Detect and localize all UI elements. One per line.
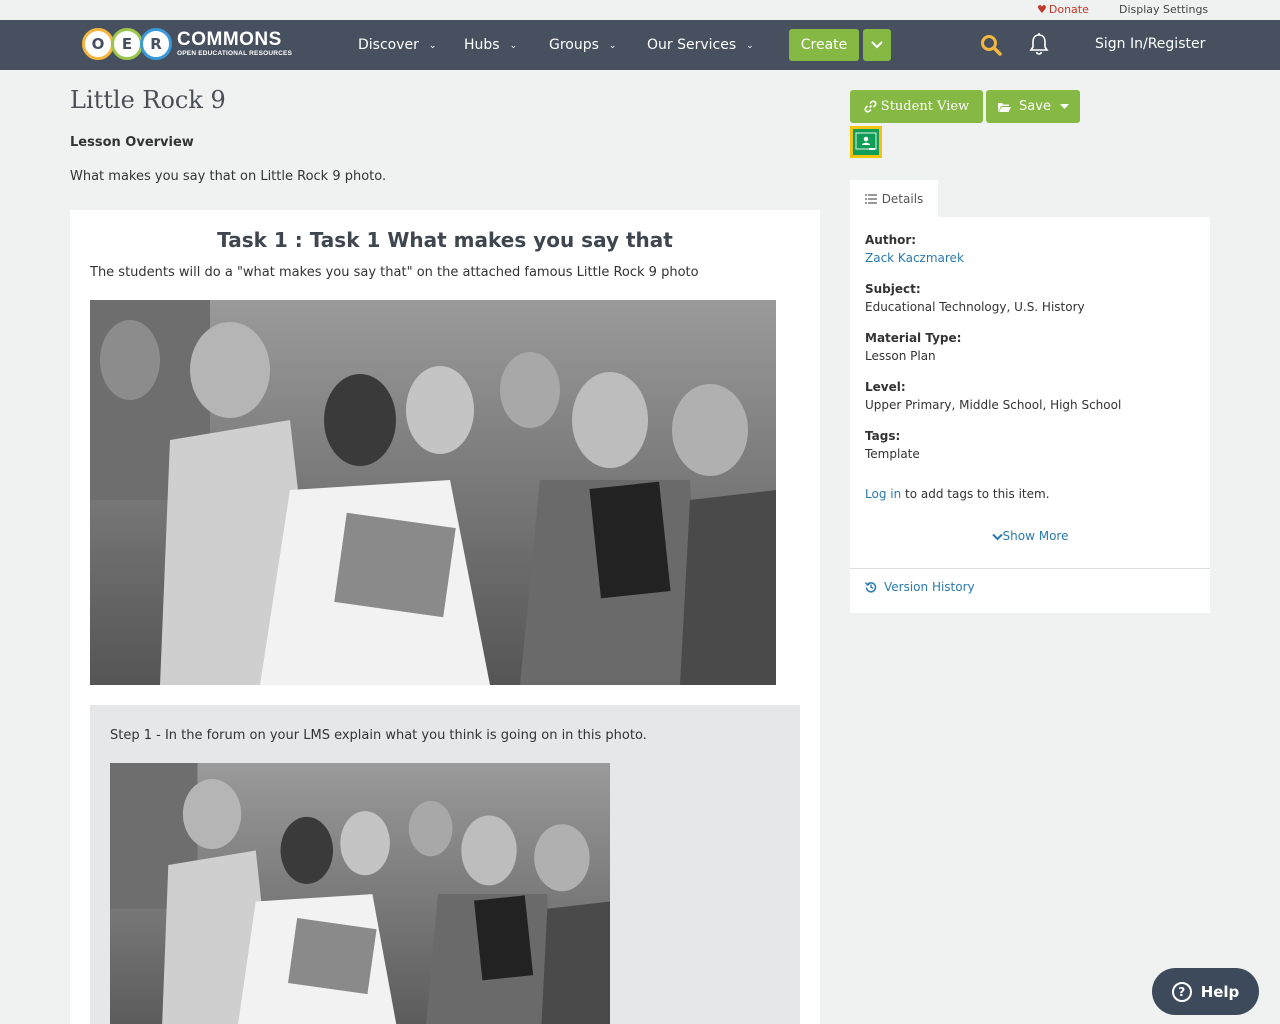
- tags-value: Template: [865, 447, 920, 461]
- subject-label: Subject:: [865, 282, 921, 296]
- little-rock-photo: [90, 300, 776, 685]
- logo-letter-e: E: [111, 28, 143, 60]
- chevron-down-icon: ⌄: [608, 41, 617, 51]
- sign-in-register-link[interactable]: Sign In/Register: [1095, 36, 1205, 52]
- photo-placeholder-graphic: [110, 763, 610, 1024]
- logo-text: COMMONS OPEN EDUCATIONAL RESOURCES: [177, 30, 292, 58]
- step-1-text: Step 1 - In the forum on your LMS explai…: [110, 728, 647, 743]
- search-icon[interactable]: [980, 34, 1002, 56]
- task-description: The students will do a "what makes you s…: [90, 265, 699, 280]
- chevron-down-icon: [991, 533, 1003, 540]
- chevron-down-icon: [871, 41, 883, 49]
- page-title: Little Rock 9: [70, 86, 226, 114]
- logo-main-text: COMMONS: [177, 29, 282, 50]
- donate-label: Donate: [1048, 3, 1089, 16]
- log-in-link[interactable]: Log in: [865, 487, 901, 501]
- logo-letter-o: O: [82, 28, 114, 60]
- photo-placeholder-graphic: [90, 300, 776, 685]
- help-button[interactable]: ? Help: [1152, 968, 1259, 1015]
- display-settings-link[interactable]: Display Settings: [1119, 3, 1208, 16]
- create-dropdown-button[interactable]: [863, 29, 891, 61]
- nav-groups[interactable]: Groups ⌄: [549, 20, 616, 70]
- main-header: O E R COMMONS OPEN EDUCATIONAL RESOURCES…: [0, 20, 1280, 70]
- nav-discover[interactable]: Discover ⌄: [358, 20, 436, 70]
- nav-discover-label: Discover: [358, 37, 419, 53]
- level-value: Upper Primary, Middle School, High Schoo…: [865, 398, 1122, 412]
- lesson-content-card: Task 1 : Task 1 What makes you say that …: [70, 210, 820, 1024]
- link-icon: [864, 100, 877, 113]
- little-rock-photo-small: [110, 763, 610, 1024]
- folder-open-icon: [998, 102, 1012, 112]
- details-panel: Author: Zack Kaczmarek Subject: Educatio…: [850, 217, 1210, 613]
- create-button[interactable]: Create: [789, 29, 859, 61]
- google-classroom-share-icon[interactable]: [850, 126, 882, 158]
- login-rest-text: to add tags to this item.: [901, 487, 1050, 501]
- material-type-value: Lesson Plan: [865, 349, 936, 363]
- help-label: Help: [1200, 982, 1240, 1001]
- list-icon: [864, 194, 877, 204]
- chevron-down-icon: ⌄: [509, 41, 518, 51]
- logo-circles: O E R: [82, 28, 172, 60]
- details-divider: [850, 568, 1210, 569]
- chevron-down-icon: ⌄: [746, 41, 754, 51]
- history-icon: [865, 582, 877, 593]
- nav-groups-label: Groups: [549, 37, 599, 53]
- logo-sub-text: OPEN EDUCATIONAL RESOURCES: [177, 50, 293, 57]
- tags-label: Tags:: [865, 429, 901, 443]
- author-label: Author:: [865, 233, 917, 247]
- utility-bar: ♥ Donate Display Settings: [0, 0, 1280, 20]
- lesson-overview-heading: Lesson Overview: [70, 135, 194, 150]
- task-title: Task 1 : Task 1 What makes you say that: [217, 228, 673, 252]
- student-view-label: Student View: [880, 99, 970, 114]
- show-more-link[interactable]: Show More: [850, 529, 1210, 543]
- details-tab-label: Details: [881, 192, 924, 206]
- nav-our-services-label: Our Services: [647, 37, 737, 53]
- lesson-overview-text: What makes you say that on Little Rock 9…: [70, 169, 387, 184]
- version-history-link[interactable]: Version History: [865, 580, 975, 594]
- login-to-tag-text: Log in to add tags to this item.: [865, 487, 1050, 501]
- subject-value: Educational Technology, U.S. History: [865, 300, 1085, 314]
- logo-letter-r: R: [140, 28, 172, 60]
- show-more-label: Show More: [1002, 529, 1069, 543]
- oer-commons-logo[interactable]: O E R COMMONS OPEN EDUCATIONAL RESOURCES: [82, 26, 292, 62]
- chevron-down-icon: ⌄: [428, 41, 437, 51]
- student-view-button[interactable]: Student View: [850, 90, 983, 123]
- heart-icon: ♥: [1037, 3, 1047, 16]
- donate-link[interactable]: ♥ Donate: [1037, 3, 1089, 16]
- material-type-label: Material Type:: [865, 331, 962, 345]
- nav-our-services[interactable]: Our Services ⌄: [647, 20, 754, 70]
- version-history-label: Version History: [884, 580, 975, 594]
- step-1-box: Step 1 - In the forum on your LMS explai…: [90, 705, 800, 1024]
- save-label: Save: [1019, 99, 1051, 114]
- nav-hubs-label: Hubs: [464, 37, 500, 53]
- tab-details[interactable]: Details: [850, 180, 938, 218]
- level-label: Level:: [865, 380, 906, 394]
- classroom-icon: [855, 132, 877, 150]
- save-button[interactable]: Save: [986, 90, 1080, 123]
- nav-hubs[interactable]: Hubs ⌄: [464, 20, 517, 70]
- author-link[interactable]: Zack Kaczmarek: [865, 251, 964, 265]
- bell-icon[interactable]: [1028, 32, 1050, 56]
- question-circle-icon: ?: [1171, 981, 1192, 1002]
- caret-down-icon: [1059, 104, 1069, 109]
